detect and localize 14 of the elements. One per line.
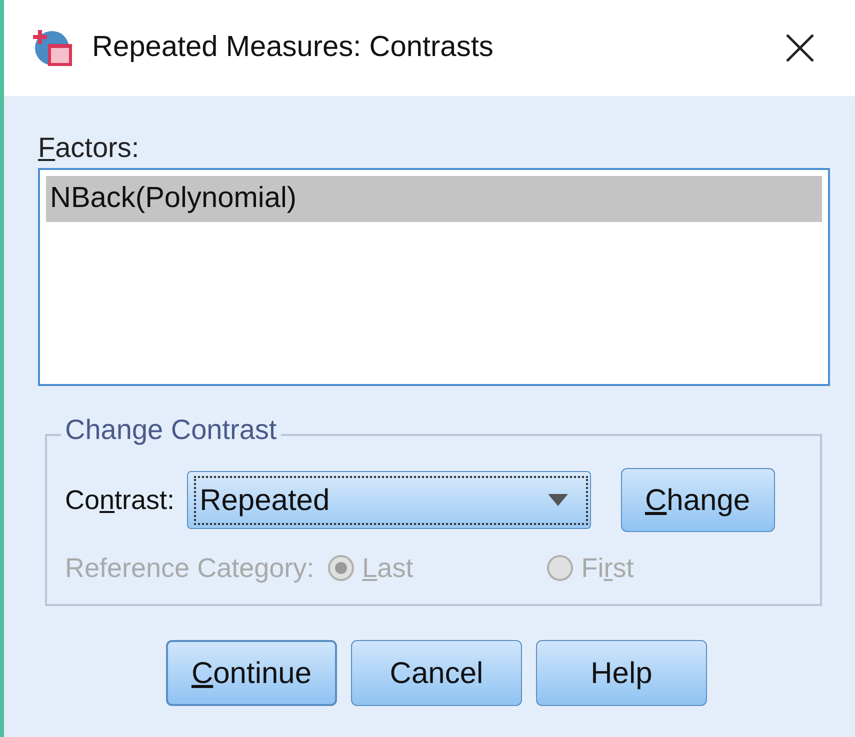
contrast-label: Contrast: — [65, 484, 175, 517]
factors-list[interactable]: NBack(Polynomial) — [38, 168, 830, 386]
dialog-button[interactable]: Help — [536, 640, 707, 706]
dialog-button[interactable]: Cancel — [351, 640, 522, 706]
radio-label: Last — [362, 552, 414, 585]
dialog-button[interactable]: Continue — [166, 640, 337, 706]
reference-category-label: Reference Category: — [65, 552, 314, 585]
list-item[interactable]: NBack(Polynomial) — [46, 176, 822, 222]
dropdown-arrow-icon — [548, 494, 568, 506]
group-title: Change Contrast — [61, 416, 281, 444]
radio-label: First — [581, 552, 634, 585]
close-icon[interactable] — [785, 33, 815, 63]
window-title: Repeated Measures: Contrasts — [92, 30, 494, 66]
factors-label: Factors: — [38, 134, 140, 162]
